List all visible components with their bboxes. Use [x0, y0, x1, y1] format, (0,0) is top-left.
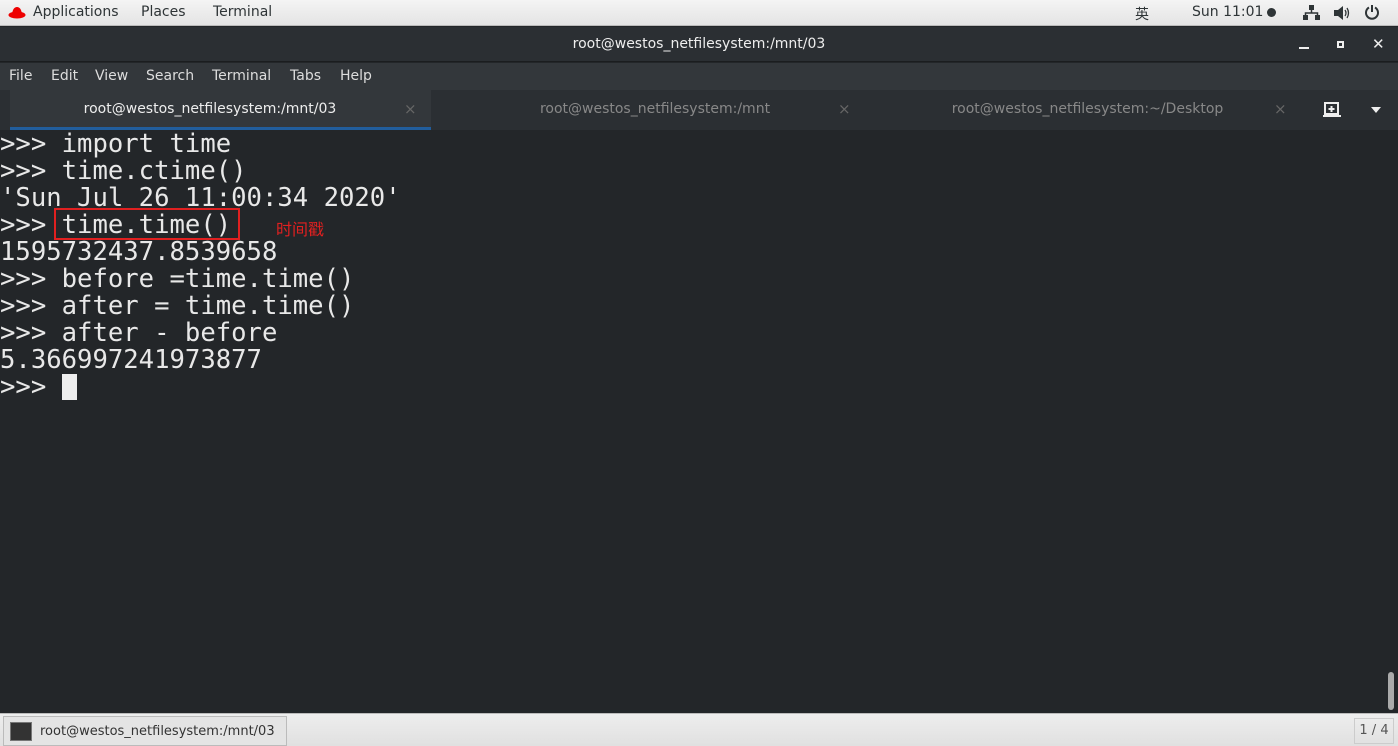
terminal-line: >>> after = time.time(): [0, 291, 355, 321]
maximize-icon: [1337, 41, 1344, 48]
terminal-app-menu[interactable]: Terminal: [213, 4, 272, 20]
tab-close-icon[interactable]: ×: [1274, 100, 1287, 118]
new-tab-button[interactable]: [1323, 102, 1341, 122]
minimize-button[interactable]: [1299, 39, 1309, 49]
menu-tabs[interactable]: Tabs: [290, 68, 321, 84]
taskbar-terminal-window[interactable]: root@westos_netfilesystem:/mnt/03: [3, 716, 287, 746]
top-bar: Applications Places Terminal 英 Sun 11:01: [0, 0, 1398, 26]
scrollbar[interactable]: [1388, 672, 1394, 710]
tab-mnt-03[interactable]: root@westos_netfilesystem:/mnt/03 ×: [10, 90, 431, 130]
terminal-line: >>> after - before: [0, 318, 278, 348]
menu-bar: File Edit View Search Terminal Tabs Help: [0, 63, 1398, 90]
terminal-line: >>> before =time.time(): [0, 264, 355, 294]
notification-dot-icon: [1267, 8, 1276, 17]
terminal-line: >>> import time: [0, 129, 232, 159]
tab-close-icon[interactable]: ×: [838, 100, 851, 118]
tab-label: root@westos_netfilesystem:/mnt/03: [83, 101, 337, 117]
maximize-button[interactable]: [1337, 41, 1344, 48]
tab-desktop[interactable]: root@westos_netfilesystem:~/Desktop ×: [870, 90, 1300, 130]
input-method-indicator[interactable]: 英: [1135, 4, 1149, 24]
places-menu[interactable]: Places: [141, 4, 186, 20]
applications-menu[interactable]: Applications: [33, 4, 119, 20]
cursor: [61, 374, 77, 400]
volume-icon[interactable]: [1333, 5, 1351, 25]
redhat-logo-icon: [8, 5, 26, 23]
close-button[interactable]: ✕: [1372, 35, 1385, 53]
taskbar: root@westos_netfilesystem:/mnt/03 1 / 4: [0, 713, 1398, 746]
tab-close-icon[interactable]: ×: [404, 100, 417, 118]
power-icon[interactable]: [1364, 4, 1380, 24]
menu-edit[interactable]: Edit: [51, 68, 78, 84]
workspace-indicator[interactable]: 1 / 4: [1354, 718, 1394, 744]
tab-mnt[interactable]: root@westos_netfilesystem:/mnt ×: [440, 90, 870, 130]
tab-label: root@westos_netfilesystem:~/Desktop: [951, 101, 1224, 117]
network-icon[interactable]: [1303, 5, 1320, 25]
menu-terminal[interactable]: Terminal: [212, 68, 271, 84]
taskbar-task-label: root@westos_netfilesystem:/mnt/03: [40, 724, 275, 739]
clock[interactable]: Sun 11:01: [1192, 4, 1263, 20]
highlight-box: [54, 208, 240, 240]
annotation-label: 时间戳: [276, 220, 325, 239]
terminal-line: 1595732437.8539658: [0, 237, 278, 267]
menu-view[interactable]: View: [95, 68, 128, 84]
tabs-dropdown-icon[interactable]: [1371, 107, 1381, 113]
minimize-icon: [1299, 47, 1309, 49]
new-tab-icon: [1323, 102, 1341, 117]
terminal-line: 5.366997241973877: [0, 345, 262, 375]
terminal-icon: [10, 722, 32, 741]
window-titlebar: root@westos_netfilesystem:/mnt/03 ✕: [0, 27, 1398, 62]
terminal-line: >>> time.ctime(): [0, 156, 247, 186]
prompt: >>>: [0, 372, 62, 402]
window-title: root@westos_netfilesystem:/mnt/03: [572, 36, 826, 52]
tab-label: root@westos_netfilesystem:/mnt: [539, 101, 771, 117]
menu-help[interactable]: Help: [340, 68, 372, 84]
menu-file[interactable]: File: [9, 68, 32, 84]
terminal-prompt-line: >>>: [0, 374, 1385, 401]
tab-bar: root@westos_netfilesystem:/mnt/03 × root…: [0, 90, 1398, 130]
menu-search[interactable]: Search: [146, 68, 194, 84]
